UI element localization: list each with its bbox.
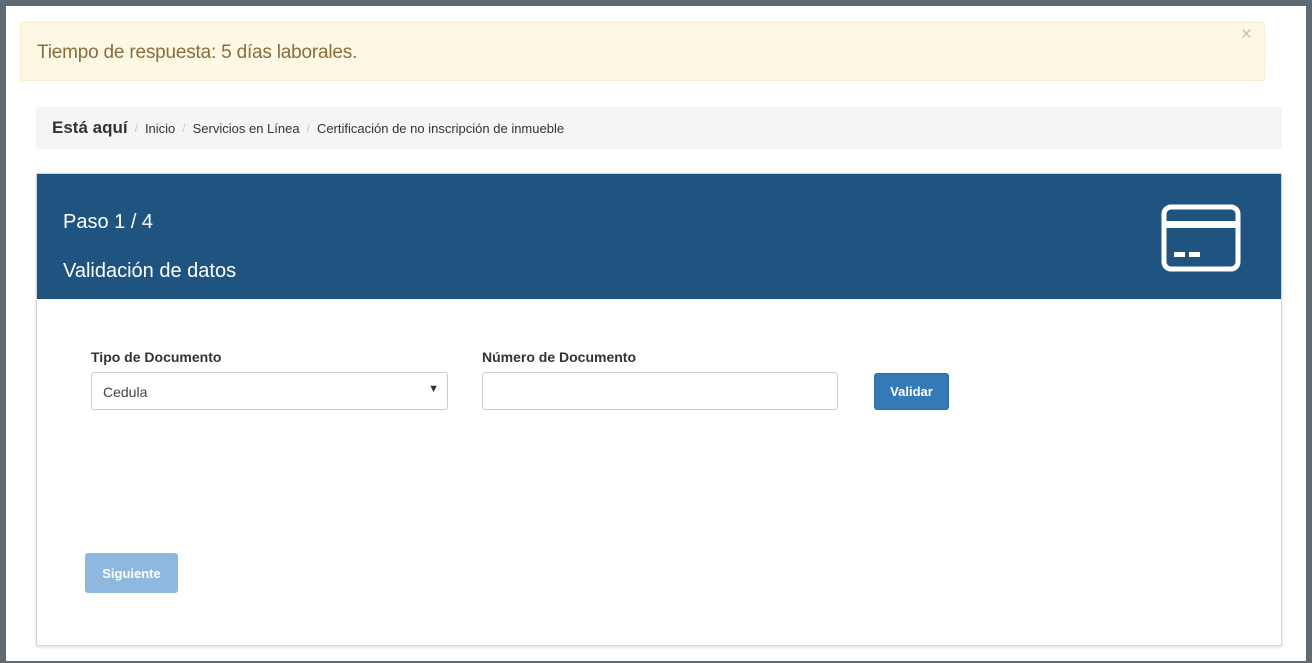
step-indicator: Paso 1 / 4 <box>63 211 154 233</box>
breadcrumb-separator: / <box>134 121 138 135</box>
breadcrumb-item-inicio[interactable]: Inicio <box>145 121 175 136</box>
alert-message: Tiempo de respuesta: 5 días laborales. <box>37 42 358 63</box>
document-type-value: Cedula <box>103 384 148 400</box>
breadcrumb-heading: Está aquí <box>52 118 128 137</box>
panel-header: Paso 1 / 4 Validación de datos <box>37 174 1281 299</box>
next-button[interactable]: Siguiente <box>85 553 178 593</box>
breadcrumb-item-current: Certificación de no inscripción de inmue… <box>316 120 565 136</box>
document-type-label: Tipo de Documento <box>91 349 222 365</box>
caret-down-icon: ▼ <box>428 383 439 395</box>
response-time-alert: Tiempo de respuesta: 5 días laborales. × <box>20 22 1265 81</box>
step-title: Validación de datos <box>63 260 237 282</box>
credit-card-icon <box>1161 204 1241 272</box>
window-frame-top <box>0 0 1312 6</box>
document-type-select[interactable]: Cedula ▼ <box>91 372 448 410</box>
document-number-label: Número de Documento <box>482 349 637 365</box>
document-number-input[interactable] <box>482 372 838 410</box>
breadcrumb: Está aquí / Inicio / Servicios en Línea … <box>36 107 1282 149</box>
breadcrumb-separator: / <box>182 121 186 135</box>
close-icon[interactable]: × <box>1241 25 1252 45</box>
step-panel: Paso 1 / 4 Validación de datos Tipo de D… <box>36 173 1282 646</box>
breadcrumb-separator: / <box>306 121 310 135</box>
validate-button[interactable]: Validar <box>874 373 949 410</box>
window-frame-left <box>0 0 6 663</box>
window-frame-right <box>1306 0 1312 663</box>
breadcrumb-item-servicios[interactable]: Servicios en Línea <box>193 121 300 136</box>
